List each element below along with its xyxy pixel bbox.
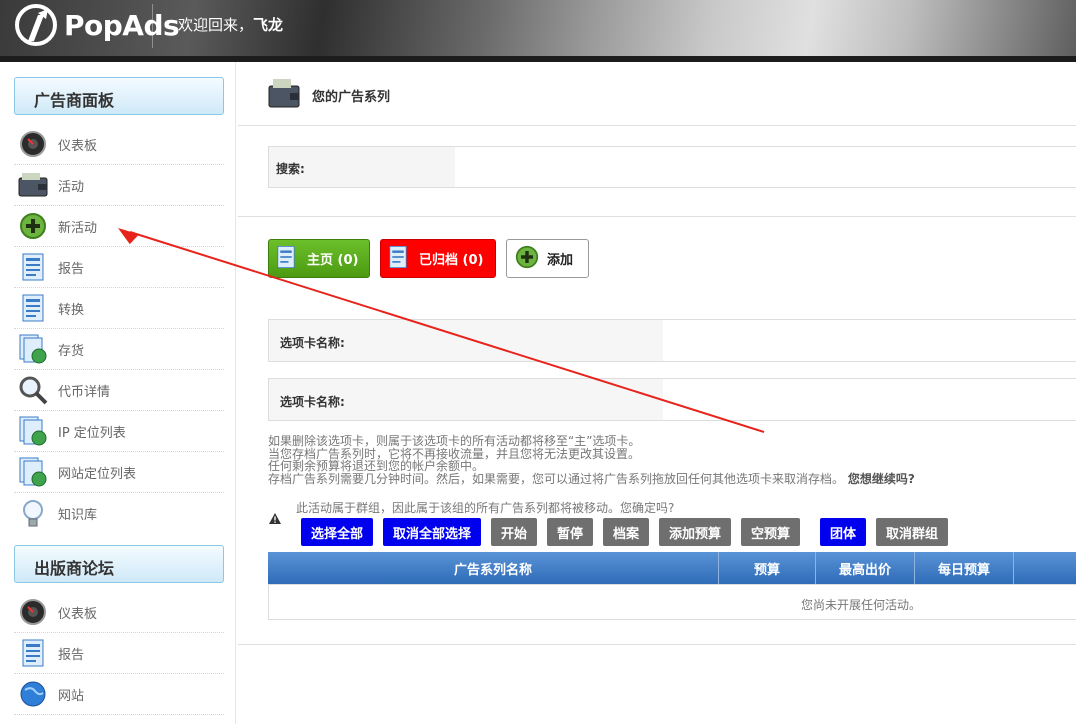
annotation-arrow bbox=[118, 228, 765, 433]
